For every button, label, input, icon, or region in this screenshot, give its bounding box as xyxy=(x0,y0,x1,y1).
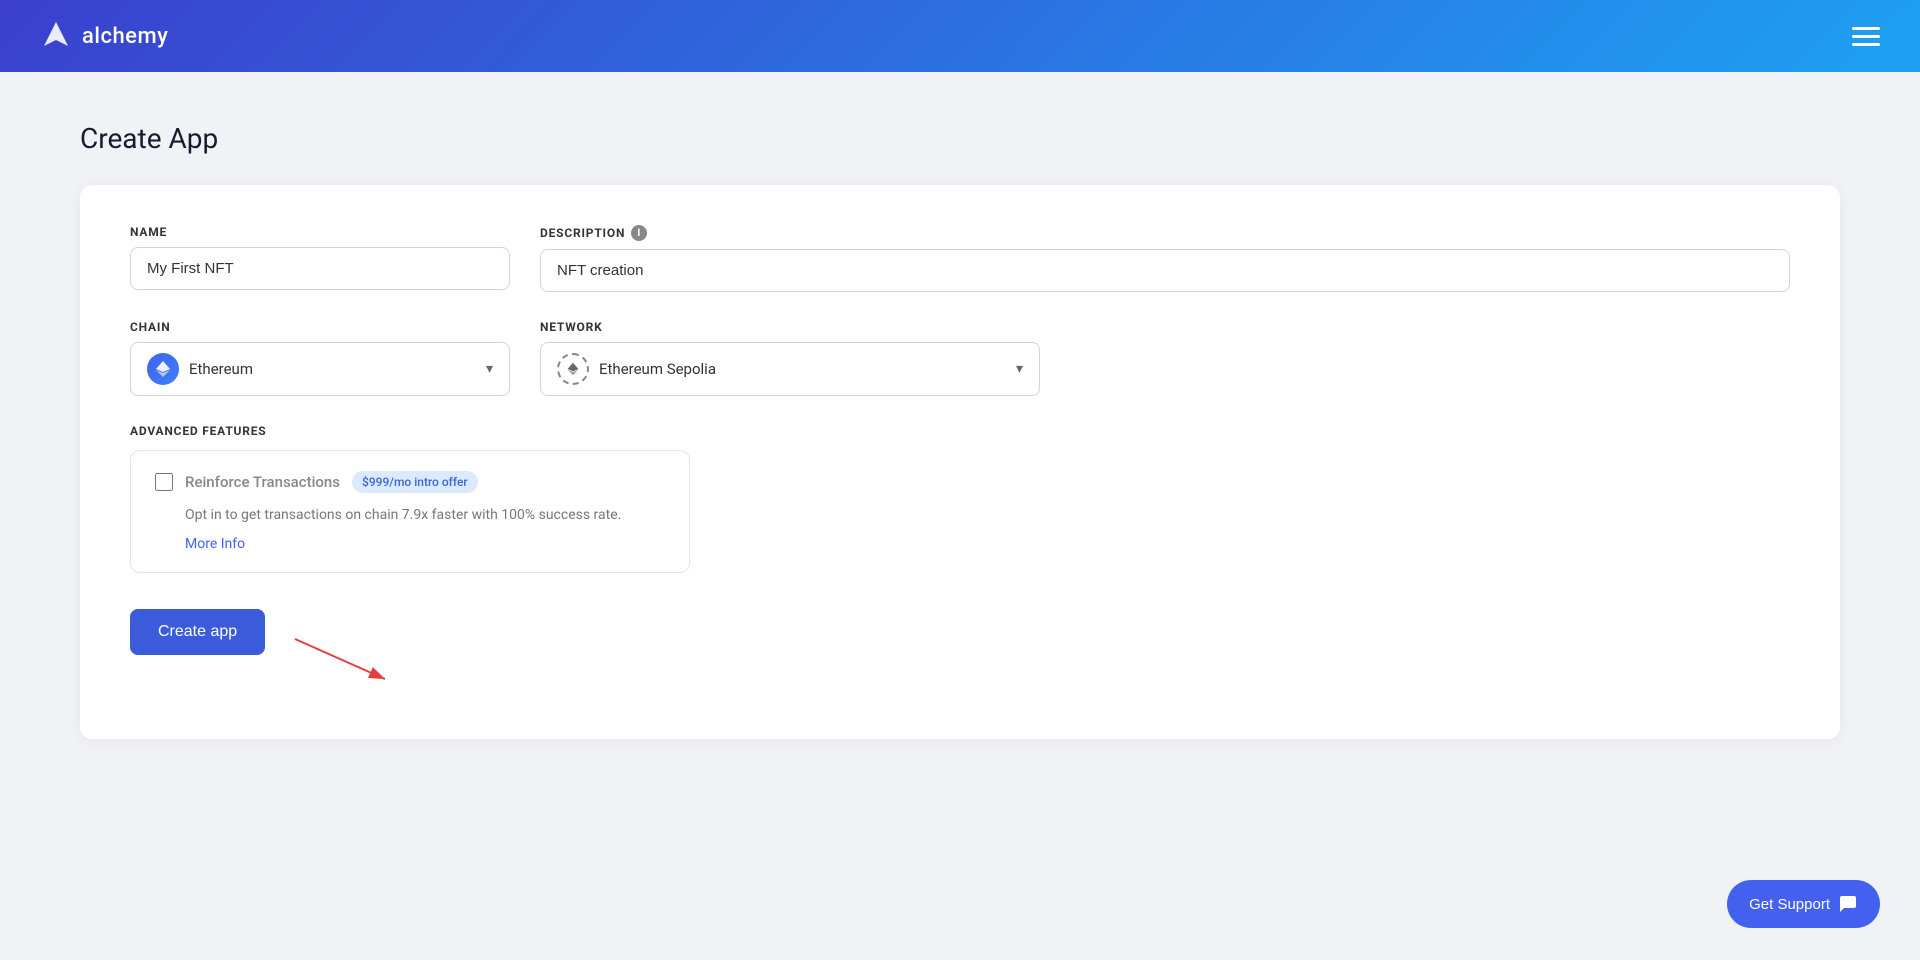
chat-icon xyxy=(1838,894,1858,914)
name-label: NAME xyxy=(130,225,510,239)
more-info-link[interactable]: More Info xyxy=(155,536,665,552)
feature-description: Opt in to get transactions on chain 7.9x… xyxy=(155,505,665,526)
ethereum-chain-icon xyxy=(147,353,179,385)
name-description-row: NAME DESCRIPTION i xyxy=(130,225,1790,292)
get-support-label: Get Support xyxy=(1749,896,1830,913)
network-select[interactable]: Ethereum Sepolia ▾ xyxy=(540,342,1040,396)
feature-header: Reinforce Transactions $999/mo intro off… xyxy=(155,471,665,493)
chain-value: Ethereum xyxy=(189,360,476,378)
page-title: Create App xyxy=(80,122,1840,155)
description-info-icon[interactable]: i xyxy=(631,225,647,241)
description-label: DESCRIPTION i xyxy=(540,225,1790,241)
chain-label: CHAIN xyxy=(130,320,510,334)
network-label: NETWORK xyxy=(540,320,1040,334)
network-chevron-icon: ▾ xyxy=(1016,361,1023,377)
network-value: Ethereum Sepolia xyxy=(599,360,1006,378)
menu-button[interactable] xyxy=(1852,27,1880,46)
description-form-group: DESCRIPTION i xyxy=(540,225,1790,292)
reinforce-transactions-checkbox[interactable] xyxy=(155,473,173,491)
advanced-features-label: ADVANCED FEATURES xyxy=(130,424,1790,438)
feature-badge: $999/mo intro offer xyxy=(352,471,478,493)
annotation-arrow xyxy=(285,629,405,689)
network-chain-icon xyxy=(557,353,589,385)
alchemy-logo-icon xyxy=(40,20,72,52)
chain-form-group: CHAIN Ethereum ▾ xyxy=(130,320,510,396)
chain-select[interactable]: Ethereum ▾ xyxy=(130,342,510,396)
feature-name: Reinforce Transactions xyxy=(185,473,340,491)
header: alchemy xyxy=(0,0,1920,72)
create-app-button[interactable]: Create app xyxy=(130,609,265,655)
name-input[interactable] xyxy=(130,247,510,290)
get-support-button[interactable]: Get Support xyxy=(1727,880,1880,928)
advanced-features-section: ADVANCED FEATURES Reinforce Transactions… xyxy=(130,424,1790,573)
main-content: Create App NAME DESCRIPTION i CHAIN xyxy=(0,72,1920,789)
network-form-group: NETWORK Ethereum Sepolia ▾ xyxy=(540,320,1040,396)
logo: alchemy xyxy=(40,20,168,52)
description-input[interactable] xyxy=(540,249,1790,292)
brand-name: alchemy xyxy=(82,24,168,49)
create-app-form-card: NAME DESCRIPTION i CHAIN xyxy=(80,185,1840,739)
chain-chevron-icon: ▾ xyxy=(486,361,493,377)
name-form-group: NAME xyxy=(130,225,510,292)
create-app-btn-area: Create app xyxy=(130,609,1790,689)
chain-network-row: CHAIN Ethereum ▾ NETWORK xyxy=(130,320,1790,396)
reinforce-transactions-card: Reinforce Transactions $999/mo intro off… xyxy=(130,450,690,573)
